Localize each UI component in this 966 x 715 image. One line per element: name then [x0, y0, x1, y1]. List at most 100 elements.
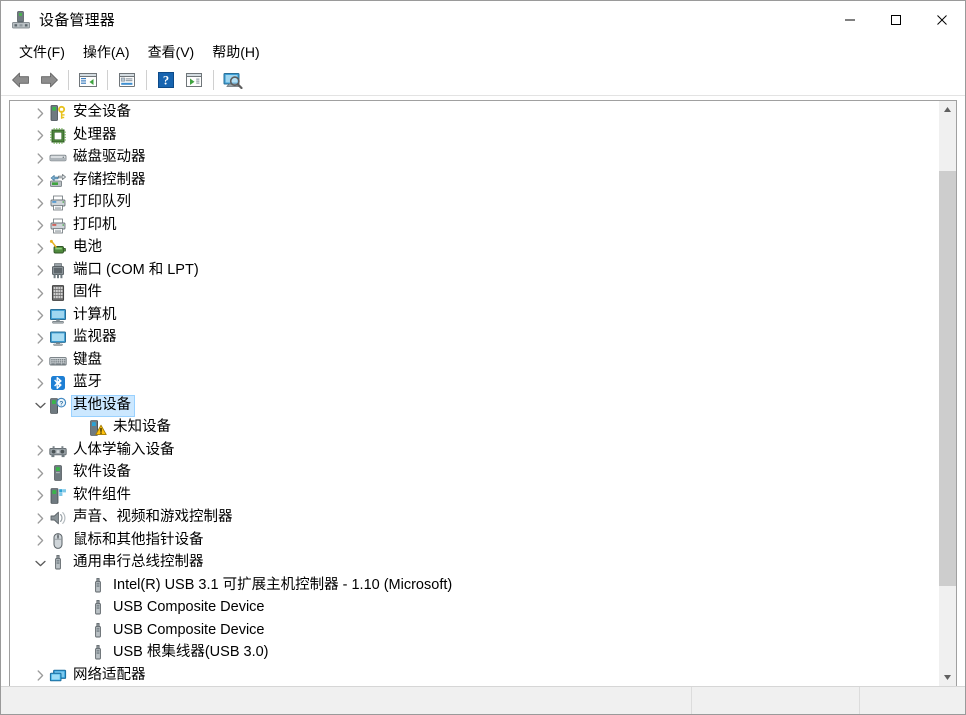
menu-help[interactable]: 帮助(H): [203, 39, 268, 65]
usb-device-icon: [89, 577, 107, 595]
tree-row[interactable]: 安全设备: [10, 102, 938, 125]
tree-row[interactable]: 监视器: [10, 327, 938, 350]
chevron-right-icon[interactable]: [32, 530, 49, 552]
tree-row[interactable]: 软件设备: [10, 462, 938, 485]
update-driver-button[interactable]: [180, 67, 208, 93]
chevron-right-icon[interactable]: [32, 485, 49, 507]
other-device-icon: ?: [49, 397, 67, 415]
chevron-right-icon[interactable]: [32, 125, 49, 147]
tree-row[interactable]: 声音、视频和游戏控制器: [10, 507, 938, 530]
chevron-right-icon[interactable]: [32, 462, 49, 484]
tree-row[interactable]: 计算机: [10, 305, 938, 328]
tree-row-label: 网络适配器: [72, 666, 149, 686]
print-queue-icon: [49, 194, 67, 212]
tree-row[interactable]: 软件组件: [10, 485, 938, 508]
update-driver-icon: [184, 71, 204, 89]
chevron-right-icon[interactable]: [32, 440, 49, 462]
scroll-up-button[interactable]: [939, 101, 956, 118]
tree-row[interactable]: 端口 (COM 和 LPT): [10, 260, 938, 283]
properties-button[interactable]: [113, 67, 141, 93]
tree-row-label: 电池: [72, 238, 105, 258]
tree-row[interactable]: 未知设备: [10, 417, 938, 440]
computer-icon: [49, 307, 67, 325]
maximize-button[interactable]: [873, 1, 919, 38]
close-icon: [936, 14, 948, 26]
tree-row-label: 固件: [72, 283, 105, 303]
chevron-down-icon[interactable]: [32, 552, 49, 574]
tree-row[interactable]: 处理器: [10, 125, 938, 148]
tree-indent-spacer: [72, 575, 89, 597]
tree-row-label: USB Composite Device: [112, 621, 268, 641]
tree-row[interactable]: 打印队列: [10, 192, 938, 215]
chevron-right-icon[interactable]: [32, 372, 49, 394]
chevron-right-icon[interactable]: [32, 327, 49, 349]
menu-action[interactable]: 操作(A): [74, 39, 139, 65]
tree-row[interactable]: 鼠标和其他指针设备: [10, 530, 938, 553]
tree-row-label: USB Composite Device: [112, 598, 268, 618]
window-title: 设备管理器: [39, 9, 115, 30]
tree-row[interactable]: 电池: [10, 237, 938, 260]
vertical-scrollbar[interactable]: [938, 101, 956, 686]
tree-row[interactable]: 键盘: [10, 350, 938, 373]
show-hide-console-tree-button[interactable]: [74, 67, 102, 93]
scrollbar-thumb[interactable]: [939, 171, 956, 586]
tree-row-label: 通用串行总线控制器: [72, 553, 207, 573]
processor-icon: [49, 127, 67, 145]
tree-row[interactable]: Intel(R) USB 3.1 可扩展主机控制器 - 1.10 (Micros…: [10, 575, 938, 598]
usb-controller-icon: [49, 554, 67, 572]
back-button[interactable]: [7, 67, 35, 93]
minimize-icon: [844, 14, 856, 26]
chevron-down-icon[interactable]: [32, 395, 49, 417]
chevron-right-icon[interactable]: [32, 192, 49, 214]
tree-row-label: 声音、视频和游戏控制器: [72, 508, 236, 528]
svg-text:?: ?: [163, 73, 169, 87]
scan-for-hardware-changes-button[interactable]: [219, 67, 247, 93]
status-bar: [1, 686, 965, 714]
chevron-right-icon[interactable]: [32, 665, 49, 686]
tree-scroll-area: 安全设备处理器磁盘驱动器存储控制器打印队列打印机电池端口 (COM 和 LPT)…: [10, 101, 938, 686]
help-question-icon: ?: [157, 71, 175, 89]
tree-row[interactable]: 打印机: [10, 215, 938, 238]
menu-file[interactable]: 文件(F): [10, 39, 74, 65]
scroll-down-button[interactable]: [939, 669, 956, 686]
chevron-right-icon[interactable]: [32, 102, 49, 124]
help-button[interactable]: ?: [152, 67, 180, 93]
chevron-right-icon[interactable]: [32, 147, 49, 169]
console-tree-icon: [78, 71, 98, 89]
minimize-button[interactable]: [827, 1, 873, 38]
scroll-down-arrow-icon: [943, 674, 952, 681]
chevron-right-icon[interactable]: [32, 507, 49, 529]
tree-row[interactable]: 固件: [10, 282, 938, 305]
tree-row[interactable]: USB 根集线器(USB 3.0): [10, 642, 938, 665]
chevron-right-icon[interactable]: [32, 305, 49, 327]
usb-device-icon: [89, 644, 107, 662]
tree-row-label: 蓝牙: [72, 373, 105, 393]
tree-row-label: 存储控制器: [72, 171, 149, 191]
tree-row[interactable]: 蓝牙: [10, 372, 938, 395]
chevron-right-icon[interactable]: [32, 237, 49, 259]
tree-row-label: 监视器: [72, 328, 120, 348]
caption-buttons: [827, 1, 965, 38]
tree-row[interactable]: 人体学输入设备: [10, 440, 938, 463]
close-button[interactable]: [919, 1, 965, 38]
tree-row[interactable]: 通用串行总线控制器: [10, 552, 938, 575]
tree-row[interactable]: 网络适配器: [10, 665, 938, 687]
tree-row-label: 软件组件: [72, 486, 134, 506]
chevron-right-icon[interactable]: [32, 260, 49, 282]
separator-1: [68, 70, 69, 90]
chevron-right-icon[interactable]: [32, 215, 49, 237]
menu-view[interactable]: 查看(V): [139, 39, 204, 65]
tree-row[interactable]: USB Composite Device: [10, 597, 938, 620]
chevron-right-icon[interactable]: [32, 170, 49, 192]
device-manager-window: 设备管理器 文件(F) 操作(A) 查看(V): [0, 0, 966, 715]
tree-row[interactable]: 磁盘驱动器: [10, 147, 938, 170]
forward-button[interactable]: [35, 67, 63, 93]
chevron-right-icon[interactable]: [32, 282, 49, 304]
chevron-right-icon[interactable]: [32, 350, 49, 372]
maximize-icon: [890, 14, 902, 26]
device-tree-panel: 安全设备处理器磁盘驱动器存储控制器打印队列打印机电池端口 (COM 和 LPT)…: [9, 100, 957, 686]
tree-row[interactable]: 存储控制器: [10, 170, 938, 193]
tree-row[interactable]: ?其他设备: [10, 395, 938, 418]
usb-device-icon: [89, 599, 107, 617]
tree-row[interactable]: USB Composite Device: [10, 620, 938, 643]
